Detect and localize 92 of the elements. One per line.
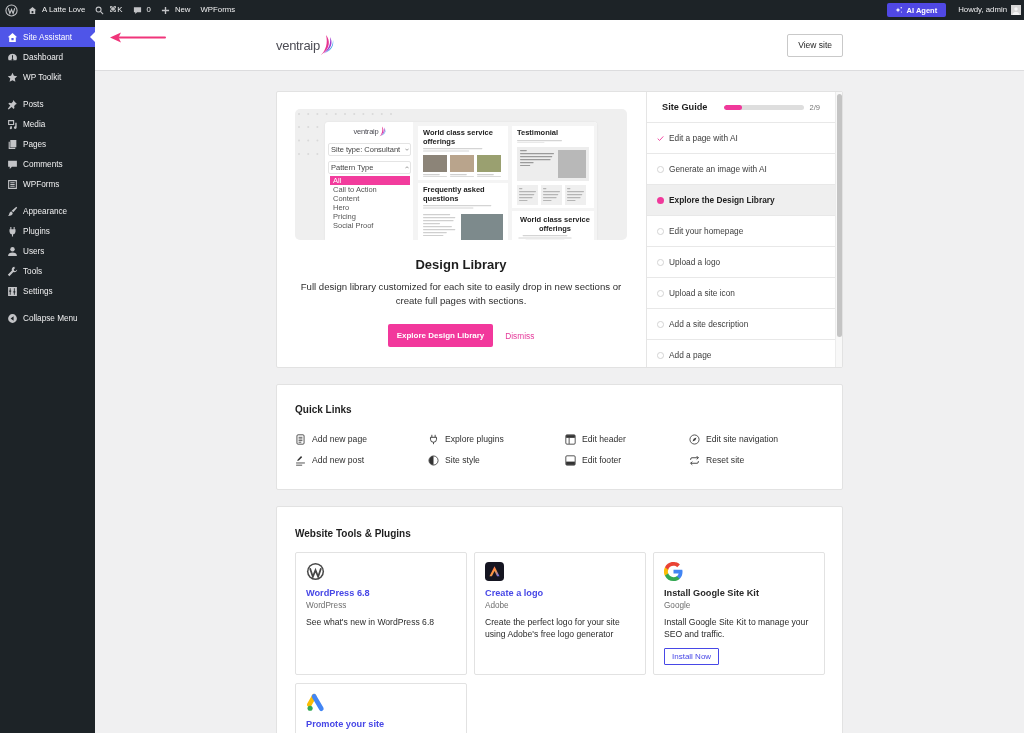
logo-mark-icon [378,126,386,137]
sidebar-menu-item[interactable]: Appearance [0,201,95,221]
logo-mark-icon [319,34,334,56]
search-icon [95,5,105,15]
site-guide-title: Site Guide [662,102,708,112]
avatar-icon [1011,5,1021,15]
chevron-up-icon [405,166,409,169]
tool-vendor: WordPress [306,600,347,611]
sidebar-menu-item[interactable]: Settings [0,281,95,301]
a-logo-tile-icon [485,562,504,581]
text-lines-drawing [477,173,501,178]
sidebar-menu-item[interactable]: Site Assistant [0,27,95,47]
g-logo-icon [664,562,683,581]
section-title: Website Tools & Plugins [295,528,412,540]
sidebar-menu-item[interactable]: Pages [0,134,95,154]
wordpress-logo-icon[interactable] [5,3,18,17]
wrench-icon [7,265,18,277]
paintbrush-icon [7,205,18,217]
sidebar-menu-item[interactable]: Comments [0,154,95,174]
text-lines-drawing [423,173,447,178]
quick-link[interactable]: Edit site navigation [689,432,824,446]
photo-placeholder [423,154,447,172]
tool-vendor: Adobe [485,600,509,611]
sidebar-menu-item[interactable]: Users [0,241,95,261]
sliders-icon [7,285,18,297]
document-icon [295,433,306,445]
pen-lines-icon [295,454,306,466]
install-now-button[interactable]: Install Now [664,648,720,665]
star-icon [7,71,18,83]
sidebar-menu-item[interactable]: Plugins [0,221,95,241]
logo-text: ventraip [276,37,320,53]
tool-title-link[interactable]: WordPress 6.8 [306,587,370,599]
header-layout-icon [565,433,576,445]
sidebar-menu-item[interactable]: Dashboard [0,47,95,67]
quick-link[interactable]: Add new page [295,432,428,446]
speech-bubble-icon [7,158,18,170]
compass-icon [689,433,700,445]
photo-placeholder [461,213,503,240]
media-icon [7,118,18,130]
tool-description: Create the perfect logo for your site using Adobe's free logo generator [485,617,621,640]
chevron-down-icon [405,148,409,151]
text-lines-drawing [520,150,554,167]
tool-description: See what's new in WordPress 6.8 [306,617,435,629]
photo-placeholder [450,154,474,172]
sidebar-menu-item[interactable]: Posts [0,94,95,114]
house-icon [28,5,37,15]
speech-bubble-icon [132,5,142,15]
dismiss-link[interactable]: Dismiss [505,330,535,341]
quick-link[interactable]: Edit header [565,432,689,446]
wordpress-logo-icon [306,562,325,581]
card-title: Design Library [415,256,507,274]
tool-title: Install Google Site Kit [664,587,759,599]
collapse-arrow-icon [7,312,18,324]
gauge-icon [7,51,18,63]
photo-placeholder [477,154,501,172]
pages-icon [7,138,18,150]
loop-arrows-icon [689,454,700,466]
collapse-menu-button[interactable]: Collapse Menu [0,308,95,328]
quick-link[interactable]: Reset site [689,453,824,467]
quick-link[interactable]: Edit footer [565,453,689,467]
tool-description: Install Google Site Kit to manage your SEO and traffic. [664,617,810,640]
pushpin-icon [7,98,18,110]
sparkle-icon [894,6,903,14]
plug-icon [428,433,439,445]
view-site-button[interactable]: View site [787,33,843,57]
text-lines-drawing [450,173,474,178]
explore-design-library-button[interactable]: Explore Design Library [387,324,494,347]
photo-placeholder [558,150,586,179]
sidebar-menu-item[interactable]: WP Toolkit [0,67,95,87]
pointer-arrow [110,32,166,43]
section-title: Quick Links [295,404,353,416]
tool-title-link[interactable]: Promote your site [306,718,385,730]
plug-icon [7,225,18,237]
user-icon [7,245,18,257]
text-lines-drawing [423,213,457,236]
quick-link[interactable]: Add new post [295,453,428,467]
quick-link[interactable]: Explore plugins [428,432,565,446]
contrast-icon [428,454,439,466]
house-icon [7,31,18,43]
footer-layout-icon [565,454,576,466]
a-shape-logo-icon [306,693,325,712]
quick-link[interactable]: Site style [428,453,565,467]
sidebar-menu-item[interactable]: Tools [0,261,95,281]
sidebar-menu-item[interactable]: Media [0,114,95,134]
tool-vendor: Google [664,600,691,611]
guide-step[interactable]: Explore the Design Library [647,185,835,216]
form-icon [7,178,18,190]
scrollbar-thumb[interactable] [836,94,842,337]
tool-title-link[interactable]: Create a logo [485,587,544,599]
sidebar-menu-item[interactable]: WPForms [0,174,95,194]
plus-icon [160,5,170,15]
card-description: Full design library customized for each site to easily drop in new sections or create full pages with sections. [299,280,623,308]
